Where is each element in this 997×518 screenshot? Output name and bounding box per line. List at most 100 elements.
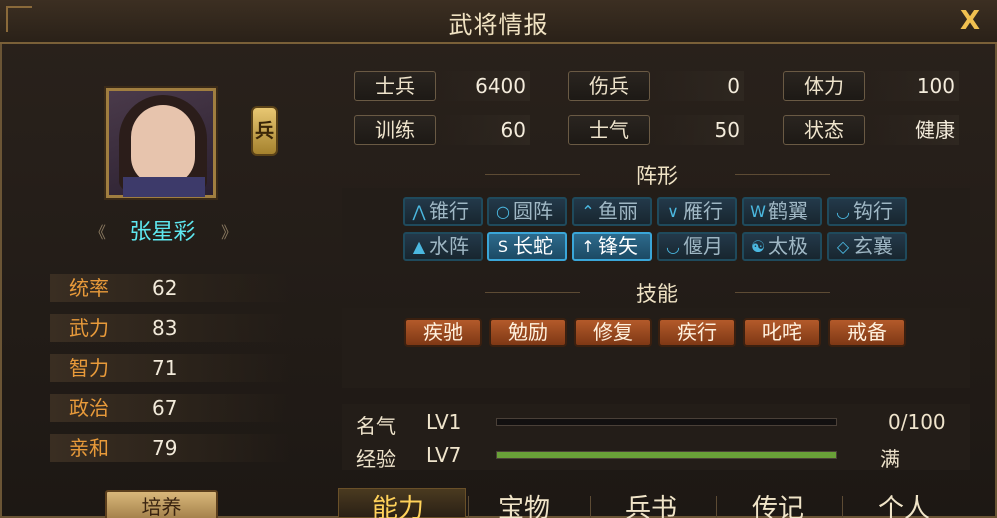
attribute-row: 政治 67 [50, 394, 290, 422]
stat-soldiers: 士兵 6400 [354, 71, 530, 101]
attribute-row: 武力 83 [50, 314, 290, 342]
name-ornament-left-icon: 《 [90, 223, 107, 242]
exp-value: 满 [880, 447, 900, 471]
formation-label: 圆阵 [513, 199, 553, 223]
formation-label: 偃月 [683, 234, 723, 258]
v-icon: ∨ [667, 202, 679, 221]
arrow-icon: ↑ [581, 237, 595, 256]
stat-stamina: 体力 100 [783, 71, 959, 101]
fame-bar [496, 418, 837, 426]
stat-value: 60 [440, 115, 530, 145]
fame-value: 0/100 [888, 410, 946, 434]
section-divider [735, 292, 830, 293]
stat-value: 50 [654, 115, 744, 145]
formation-item[interactable]: ◇ 玄襄 [827, 232, 907, 261]
attribute-value: 79 [152, 436, 178, 460]
tab-personal[interactable]: 个人 [878, 488, 930, 518]
stat-wounded: 伤兵 0 [568, 71, 744, 101]
section-divider [485, 174, 580, 175]
skill-item[interactable]: 戒备 [828, 318, 906, 347]
formation-item[interactable]: ○ 圆阵 [487, 197, 567, 226]
attribute-row: 统率 62 [50, 274, 290, 302]
skill-item[interactable]: 修复 [574, 318, 652, 347]
attribute-label: 政治 [69, 396, 109, 420]
formation-item[interactable]: ▲ 水阵 [403, 232, 483, 261]
formation-item[interactable]: ∨ 雁行 [657, 197, 737, 226]
attribute-row: 亲和 79 [50, 434, 290, 462]
formation-label: 锥行 [429, 199, 469, 223]
stat-label: 训练 [354, 115, 436, 145]
window-title: 武将情报 [448, 11, 549, 39]
stat-value: 6400 [440, 71, 530, 101]
attribute-label: 智力 [69, 356, 109, 380]
formation-item[interactable]: ☯ 太极 [742, 232, 822, 261]
tab-military-book[interactable]: 兵书 [625, 488, 677, 518]
skill-item[interactable]: 疾驰 [404, 318, 482, 347]
fame-label: 名气 [356, 414, 396, 438]
attribute-value: 83 [152, 316, 178, 340]
name-ornament-right-icon: 》 [221, 223, 238, 242]
exp-label: 经验 [356, 447, 396, 471]
stat-value: 健康 [869, 115, 959, 145]
skill-item[interactable]: 勉励 [489, 318, 567, 347]
formation-label: 玄襄 [853, 234, 893, 258]
general-portrait [106, 88, 216, 198]
tab-separator [716, 496, 717, 518]
formation-item[interactable]: ◡ 偃月 [657, 232, 737, 261]
attribute-label: 武力 [69, 316, 109, 340]
skill-item[interactable]: 叱咤 [743, 318, 821, 347]
formation-label: 水阵 [429, 234, 469, 258]
tab-separator [842, 496, 843, 518]
general-name: 张星彩 [129, 220, 196, 245]
portrait-body [123, 177, 205, 197]
tab-treasure[interactable]: 宝物 [498, 488, 550, 518]
formation-label: 锋矢 [598, 234, 638, 258]
unit-type-badge: 兵 [251, 106, 278, 156]
wing-icon: W [750, 202, 766, 221]
section-divider [485, 292, 580, 293]
fish-scale-icon: ⌃ [581, 202, 595, 221]
diamond-icon: ◇ [836, 237, 850, 256]
stat-status: 状态 健康 [783, 115, 959, 145]
stat-morale: 士气 50 [568, 115, 744, 145]
formation-item-active[interactable]: S 长蛇 [487, 232, 567, 261]
formation-item-active[interactable]: ↑ 锋矢 [572, 232, 652, 261]
stat-label: 体力 [783, 71, 865, 101]
stat-label: 士兵 [354, 71, 436, 101]
formation-label: 钩行 [853, 199, 893, 223]
tab-biography[interactable]: 传记 [752, 488, 804, 518]
attribute-value: 71 [152, 356, 178, 380]
formation-label: 雁行 [683, 199, 723, 223]
exp-level: LV7 [426, 443, 462, 467]
arrow-up-icon: ⋀ [412, 202, 426, 221]
moon-icon: ◡ [666, 237, 680, 256]
formation-item[interactable]: ⋀ 锥行 [403, 197, 483, 226]
skill-item[interactable]: 疾行 [658, 318, 736, 347]
formation-label: 太极 [768, 234, 808, 258]
exp-bar-fill [497, 452, 836, 458]
stat-training: 训练 60 [354, 115, 530, 145]
tab-separator [468, 496, 469, 518]
attribute-value: 67 [152, 396, 178, 420]
formation-label: 长蛇 [513, 234, 553, 258]
formation-item[interactable]: W 鹤翼 [742, 197, 822, 226]
cultivate-button[interactable]: 培养 [105, 490, 218, 518]
formation-item[interactable]: ◡ 钩行 [827, 197, 907, 226]
attribute-value: 62 [152, 276, 178, 300]
tab-ability[interactable]: 能力 [372, 488, 424, 518]
attribute-label: 统率 [69, 276, 109, 300]
stat-label: 伤兵 [568, 71, 650, 101]
snake-icon: S [497, 237, 509, 256]
formation-item[interactable]: ⌃ 鱼丽 [572, 197, 652, 226]
circle-icon: ○ [496, 202, 510, 221]
tab-separator [590, 496, 591, 518]
skills-section-title: 技能 [636, 282, 678, 306]
section-divider [735, 174, 830, 175]
stat-value: 100 [869, 71, 959, 101]
mountain-icon: ▲ [412, 237, 426, 256]
general-name-plate: 《 张星彩 》 [90, 216, 238, 250]
close-button[interactable]: X [957, 8, 983, 34]
stat-value: 0 [654, 71, 744, 101]
title-bar: 武将情报 X [0, 0, 997, 44]
exp-bar [496, 451, 837, 459]
